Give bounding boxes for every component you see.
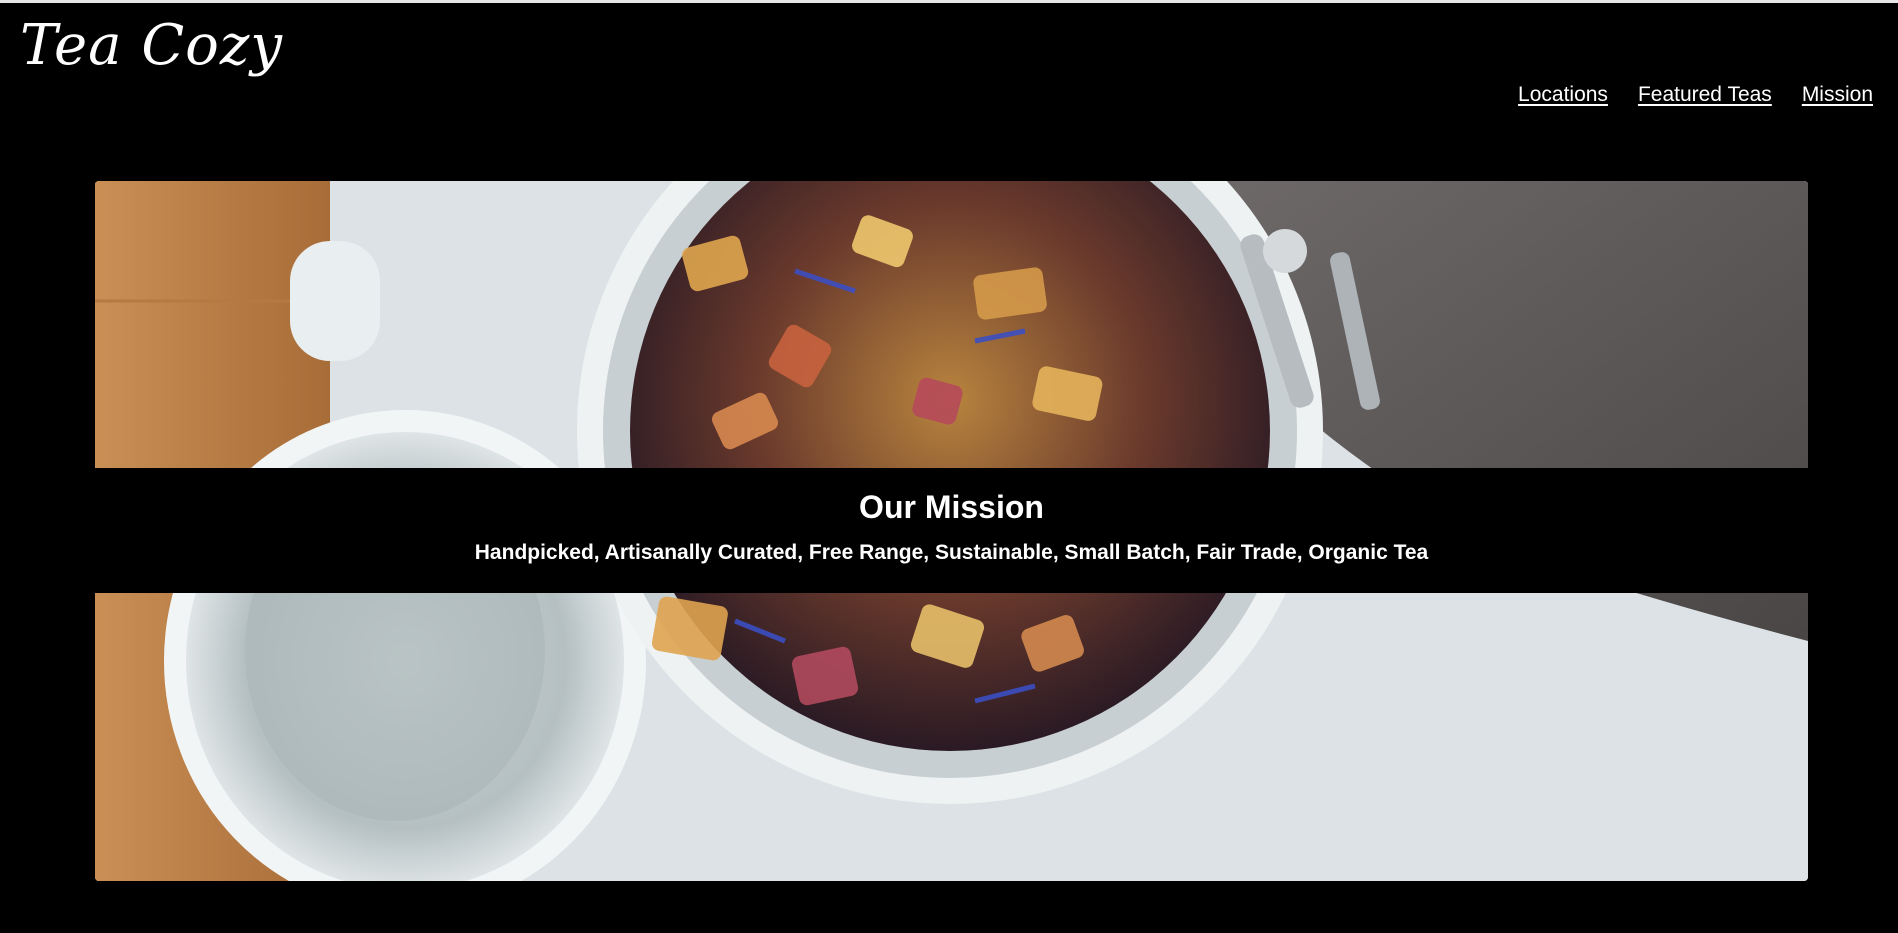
- mission-hero: Our Mission Handpicked, Artisanally Cura…: [95, 181, 1808, 881]
- page: Tea Cozy Locations Featured Teas Mission: [0, 0, 1898, 933]
- logo[interactable]: Tea Cozy: [20, 11, 283, 81]
- nav-link-mission[interactable]: Mission: [1802, 83, 1873, 107]
- mission-banner: Our Mission Handpicked, Artisanally Cura…: [95, 468, 1808, 593]
- main-nav: Locations Featured Teas Mission: [1518, 83, 1873, 107]
- nav-link-featured-teas[interactable]: Featured Teas: [1638, 83, 1772, 107]
- mission-title: Our Mission: [859, 489, 1044, 525]
- mission-tagline: Handpicked, Artisanally Curated, Free Ra…: [474, 541, 1429, 564]
- nav-link-locations[interactable]: Locations: [1518, 83, 1608, 107]
